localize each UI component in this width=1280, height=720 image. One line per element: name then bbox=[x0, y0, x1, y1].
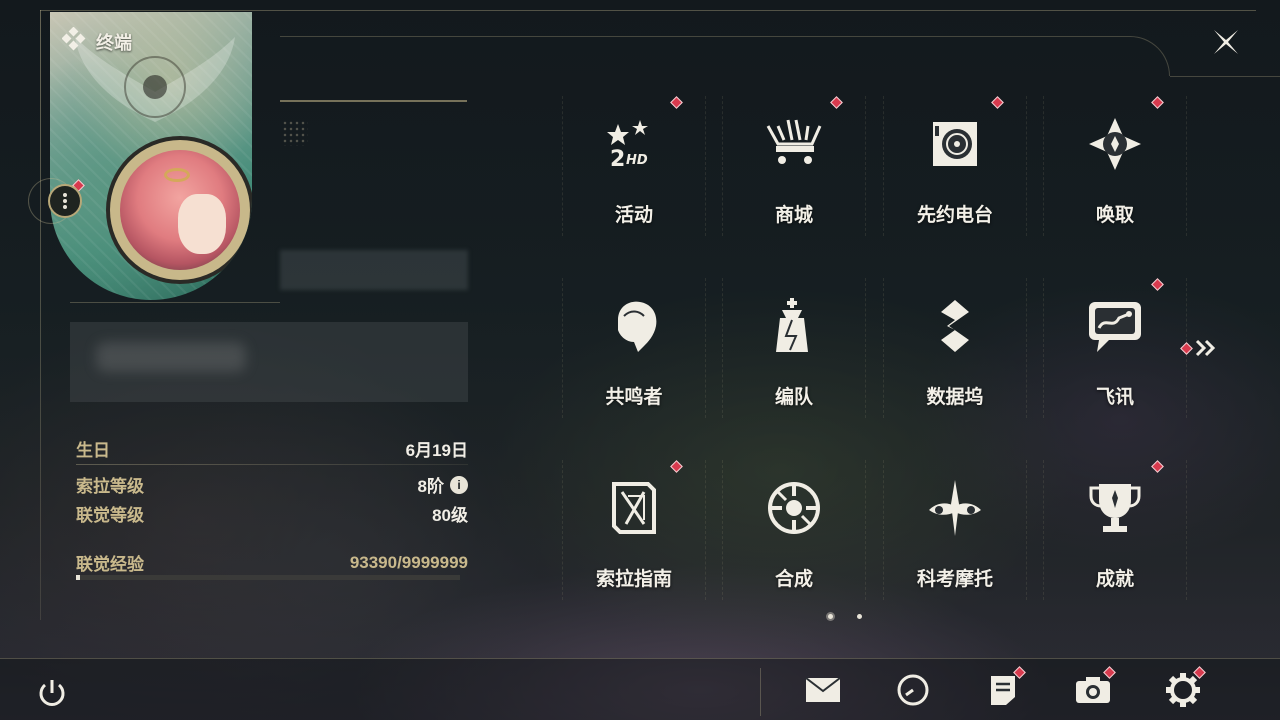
stat-label: 联觉等级 bbox=[76, 506, 144, 525]
stat-union-exp: 联觉经验 93390/9999999 bbox=[76, 550, 468, 575]
mail-icon bbox=[805, 677, 841, 702]
menu-tile-12[interactable]: 成就 bbox=[1035, 460, 1195, 642]
stat-label: 生日 bbox=[76, 441, 110, 460]
avatar-face bbox=[178, 194, 226, 254]
trophy-icon bbox=[1085, 478, 1145, 538]
decor-dot-grid bbox=[282, 120, 308, 146]
menu-tile-4[interactable]: 唤取 bbox=[1035, 96, 1195, 278]
team-chess-icon bbox=[764, 296, 824, 356]
hidden-signature-panel[interactable] bbox=[70, 322, 468, 402]
radio-icon bbox=[925, 114, 985, 174]
close-button[interactable] bbox=[1208, 24, 1244, 60]
menu-tile-5[interactable]: 共鸣者 bbox=[554, 278, 714, 460]
convene-compass-icon bbox=[1085, 114, 1145, 174]
page-dot-1[interactable] bbox=[828, 614, 833, 619]
menu-tile-7[interactable]: 数据坞 bbox=[875, 278, 1035, 460]
exp-progress-bar bbox=[76, 575, 460, 580]
page-dot-2[interactable] bbox=[857, 614, 862, 619]
synthesis-icon bbox=[764, 478, 824, 538]
tile-label: 飞讯 bbox=[1095, 387, 1134, 408]
name-underline bbox=[280, 100, 467, 102]
diamond-cluster-icon bbox=[61, 26, 86, 56]
stat-value: 6月19日 bbox=[405, 441, 468, 460]
guide-book-icon bbox=[604, 478, 664, 538]
profile-more-button[interactable] bbox=[48, 184, 82, 218]
stat-label: 联觉经验 bbox=[76, 555, 144, 574]
menu-tile-11[interactable]: 科考摩托 bbox=[875, 460, 1035, 642]
tile-label: 成就 bbox=[1095, 569, 1134, 590]
info-icon[interactable]: i bbox=[450, 475, 468, 494]
menu-tile-3[interactable]: 先约电台 bbox=[875, 96, 1035, 278]
stat-value: 80级 bbox=[432, 506, 468, 525]
exp-progress-fill bbox=[76, 575, 80, 580]
stat-sol-level: 索拉等级 8阶 i bbox=[76, 472, 468, 497]
tile-label: 活动 bbox=[614, 205, 653, 226]
tile-label: 共鸣者 bbox=[605, 387, 663, 408]
stat-value: 93390/9999999 bbox=[349, 552, 468, 572]
avatar-hair-bow bbox=[164, 168, 190, 182]
event-2hd-icon: 2 HD bbox=[604, 114, 664, 174]
menu-tile-1[interactable]: 2 HD 活动 bbox=[554, 96, 714, 278]
settings-gear-icon bbox=[1166, 673, 1200, 707]
resonator-icon bbox=[604, 296, 664, 356]
stat-separator bbox=[76, 464, 468, 465]
camera-button[interactable] bbox=[1073, 666, 1116, 710]
tile-label: 商城 bbox=[774, 205, 813, 226]
menu-tile-2[interactable]: 商城 bbox=[714, 96, 874, 278]
frame-curve bbox=[280, 36, 1170, 76]
power-icon bbox=[39, 680, 65, 706]
hidden-name-panel bbox=[280, 250, 468, 290]
terminal-title: 终端 bbox=[96, 32, 132, 53]
menu-tile-9[interactable]: 索拉指南 bbox=[554, 460, 714, 642]
stat-union-level: 联觉等级 80级 bbox=[76, 501, 468, 526]
svg-text:HD: HD bbox=[626, 153, 648, 168]
next-page-button[interactable] bbox=[1180, 338, 1219, 358]
camera-icon bbox=[1076, 677, 1110, 703]
mail-button[interactable] bbox=[803, 670, 843, 710]
stat-value: 8阶 bbox=[417, 477, 444, 496]
frame-top-line bbox=[40, 10, 1256, 11]
shop-cart-icon bbox=[764, 114, 824, 174]
data-bank-icon bbox=[925, 296, 985, 356]
time-button[interactable] bbox=[893, 670, 933, 710]
bottom-divider bbox=[760, 668, 761, 716]
tile-label: 先约电台 bbox=[916, 205, 993, 226]
svg-text:2: 2 bbox=[610, 147, 625, 172]
page-indicator bbox=[828, 614, 862, 619]
notice-icon bbox=[991, 676, 1015, 705]
stat-label: 索拉等级 bbox=[76, 477, 144, 496]
menu-tile-8[interactable]: 飞讯 bbox=[1035, 278, 1195, 460]
tile-label: 合成 bbox=[774, 569, 813, 590]
tile-label: 唤取 bbox=[1095, 205, 1134, 226]
tile-label: 科考摩托 bbox=[916, 569, 993, 590]
notice-button[interactable] bbox=[983, 666, 1026, 710]
close-icon bbox=[1214, 30, 1238, 54]
settings-button[interactable] bbox=[1163, 666, 1206, 710]
divider-line bbox=[70, 302, 280, 303]
next-page-badge-dot bbox=[1180, 341, 1193, 355]
menu-tile-6[interactable]: 编队 bbox=[714, 278, 874, 460]
frame-right-line bbox=[1170, 76, 1280, 77]
more-dots-icon bbox=[63, 193, 67, 209]
stat-birthday: 生日 6月19日 bbox=[76, 436, 468, 461]
power-button[interactable] bbox=[32, 673, 72, 713]
motorbike-icon bbox=[925, 478, 985, 538]
page-title: 终端 bbox=[61, 26, 132, 56]
frame-left-line bbox=[40, 10, 41, 620]
tile-label: 编队 bbox=[774, 387, 813, 408]
tile-label: 数据坞 bbox=[926, 387, 984, 408]
avatar[interactable] bbox=[120, 150, 240, 270]
double-chevron-right-icon bbox=[1195, 339, 1216, 357]
clock-icon bbox=[897, 674, 929, 706]
chat-icon bbox=[1085, 296, 1145, 356]
tile-label: 索拉指南 bbox=[595, 569, 672, 590]
